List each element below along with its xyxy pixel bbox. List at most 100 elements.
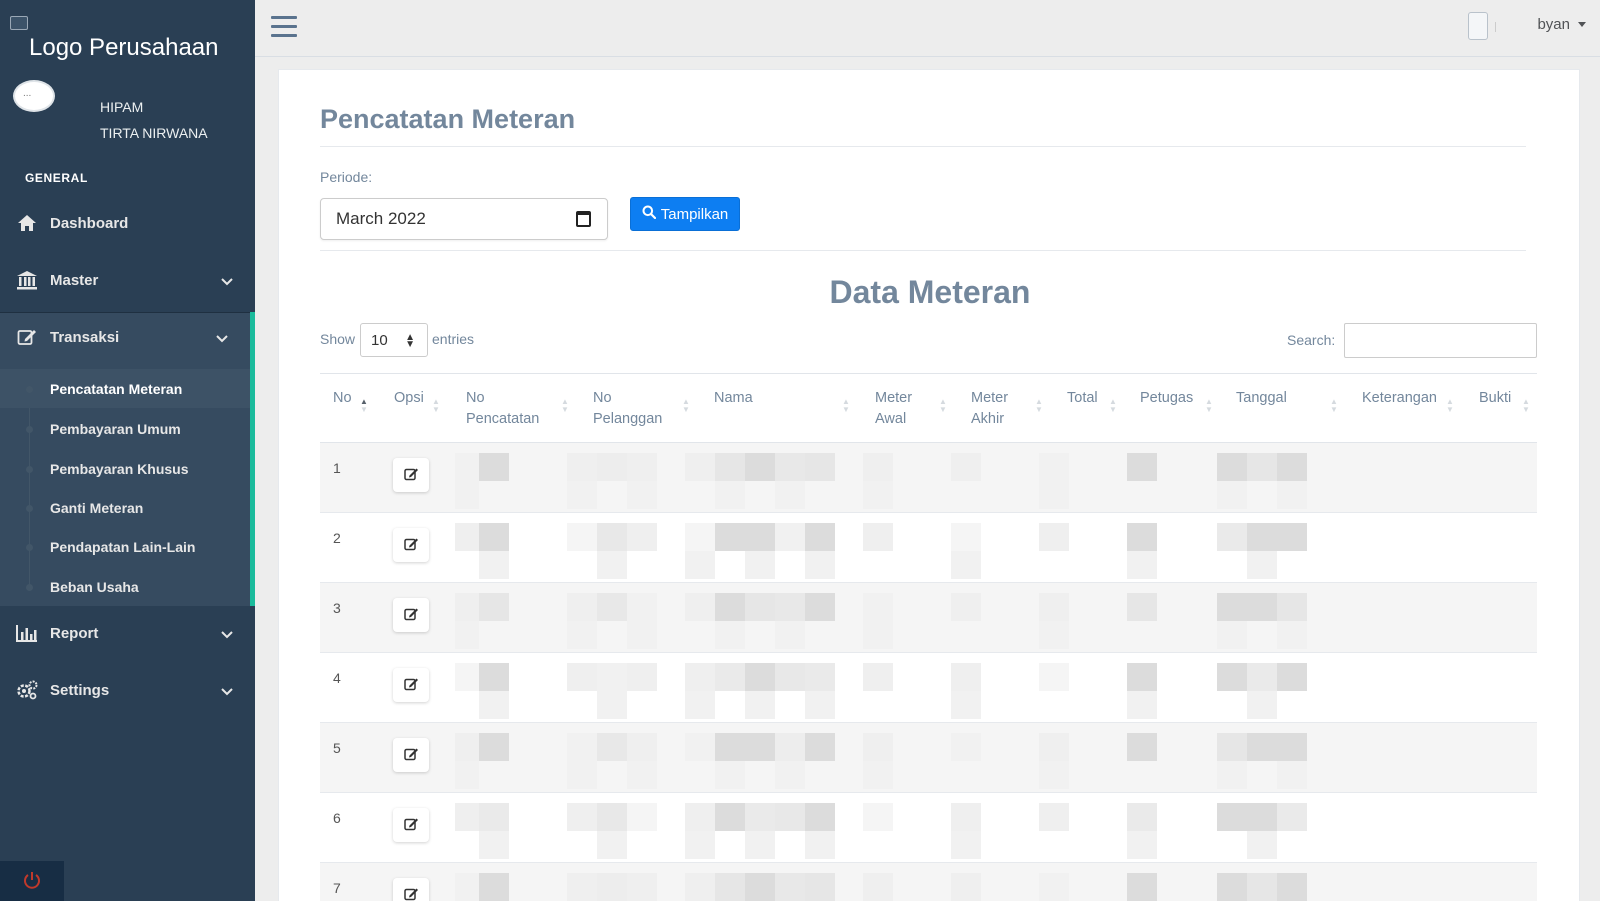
column-header-nama[interactable]: Nama (714, 388, 753, 409)
column-header-total[interactable]: Total (1067, 388, 1098, 409)
redacted-cell (1039, 481, 1069, 509)
submenu-beban-usaha[interactable]: Beban Usaha (0, 567, 250, 606)
table-header: No ▲ ▼ Opsi ▲ ▼ No Pencatatan ▲ ▼ No Pelangga… (320, 373, 1537, 443)
redacted-row-data (455, 793, 1321, 862)
tampilkan-button[interactable]: Tampilkan (630, 197, 740, 231)
redacted-cell (715, 593, 745, 621)
header-text: Opsi (394, 390, 424, 406)
search-input[interactable] (1344, 323, 1537, 358)
periode-value: March 2022 (336, 209, 426, 228)
gears-icon (16, 679, 38, 701)
edit-row-button[interactable] (393, 458, 429, 492)
redacted-cell (745, 453, 775, 481)
redacted-cell (1039, 761, 1069, 789)
nav-report[interactable]: Report (0, 608, 255, 658)
redacted-cell (951, 453, 981, 481)
submenu-label: Pembayaran Khusus (50, 460, 189, 477)
submenu-pendapatan-lain[interactable]: Pendapatan Lain-Lain (0, 527, 250, 566)
submenu-label: Beban Usaha (50, 578, 139, 595)
nav-master[interactable]: Master (0, 255, 255, 305)
bar-chart-icon (16, 622, 38, 644)
redacted-cell (715, 761, 745, 789)
redacted-cell (627, 523, 657, 551)
sort-icon: ▲ ▼ (842, 397, 850, 414)
sidebar: Logo Perusahaan ... HIPAM TIRTA NIRWANA … (0, 0, 255, 901)
redacted-cell (745, 691, 775, 719)
column-header-bukti[interactable]: Bukti (1479, 388, 1511, 409)
column-header-meter-akhir[interactable]: Meter Akhir (971, 388, 1008, 430)
edit-row-button[interactable] (393, 878, 429, 901)
redacted-cell (775, 803, 805, 831)
redacted-cell (775, 481, 805, 509)
column-header-no-pencatatan[interactable]: No Pencatatan (466, 388, 539, 430)
table-row: 5 (320, 723, 1537, 793)
calendar-icon[interactable] (576, 211, 591, 227)
redacted-cell (1127, 453, 1157, 481)
edit-row-button[interactable] (393, 668, 429, 702)
row-number: 7 (333, 880, 341, 896)
redacted-cell (479, 453, 509, 481)
redacted-cell (951, 803, 981, 831)
redacted-cell (1247, 453, 1277, 481)
column-header-no[interactable]: No (333, 388, 352, 409)
column-header-keterangan[interactable]: Keterangan (1362, 388, 1437, 409)
nav-report-label: Report (50, 624, 99, 642)
row-number: 1 (333, 460, 341, 476)
edit-row-button[interactable] (393, 598, 429, 632)
sort-icon: ▲ ▼ (939, 397, 947, 414)
periode-month-input[interactable]: March 2022 (320, 198, 608, 240)
redacted-row-data (455, 583, 1321, 652)
column-header-no-pelanggan[interactable]: No Pelanggan (593, 388, 662, 430)
submenu-ganti-meteran[interactable]: Ganti Meteran (0, 488, 250, 527)
user-avatar[interactable] (1468, 12, 1488, 40)
column-header-tanggal[interactable]: Tanggal (1236, 388, 1287, 409)
logout-button[interactable] (0, 861, 64, 901)
submenu-pencatatan-meteran[interactable]: Pencatatan Meteran (0, 369, 250, 408)
entries-select[interactable]: 10 ▲ ▼ (360, 323, 428, 357)
redacted-cell (479, 551, 509, 579)
header-text: No (593, 390, 612, 406)
column-header-opsi[interactable]: Opsi (394, 388, 424, 409)
column-header-meter-awal[interactable]: Meter Awal (875, 388, 912, 430)
nav-transaksi[interactable]: Transaksi (0, 312, 255, 362)
redacted-cell (479, 803, 509, 831)
redacted-cell (567, 663, 597, 691)
user-menu[interactable]: byan (1537, 16, 1570, 33)
redacted-cell (805, 663, 835, 691)
chevron-down-icon (221, 273, 233, 290)
row-number: 4 (333, 670, 341, 686)
redacted-cell (1277, 453, 1307, 481)
edit-row-button[interactable] (393, 738, 429, 772)
nav-transaksi-label: Transaksi (50, 328, 120, 346)
submenu-pembayaran-khusus[interactable]: Pembayaran Khusus (0, 449, 250, 488)
redacted-cell (1127, 663, 1157, 691)
submenu-pembayaran-umum[interactable]: Pembayaran Umum (0, 409, 250, 448)
company-logo[interactable]: Logo Perusahaan (10, 14, 250, 64)
nav-dashboard[interactable]: Dashboard (0, 198, 255, 248)
redacted-cell (597, 663, 627, 691)
edit-row-button[interactable] (393, 528, 429, 562)
divider (320, 250, 1526, 251)
edit-icon (403, 747, 419, 764)
org-line-1: HIPAM (100, 99, 144, 115)
menu-section-title: GENERAL (25, 171, 88, 185)
column-header-petugas[interactable]: Petugas (1140, 388, 1193, 409)
redacted-cell (1277, 873, 1307, 901)
redacted-cell (1039, 733, 1069, 761)
sort-icon: ▲ ▼ (432, 397, 440, 414)
submenu-label: Pendapatan Lain-Lain (50, 538, 196, 555)
nav-settings[interactable]: Settings (0, 665, 255, 715)
sort-asc-icon: ▲ ▼ (360, 397, 368, 414)
edit-row-button[interactable] (393, 808, 429, 842)
redacted-cell (805, 691, 835, 719)
redacted-cell (951, 733, 981, 761)
redacted-cell (775, 761, 805, 789)
submenu-label: Pencatatan Meteran (50, 380, 183, 397)
broken-image-icon (10, 16, 28, 30)
menu-toggle-icon[interactable] (271, 16, 297, 38)
edit-icon (403, 467, 419, 484)
caret-down-icon[interactable] (1578, 22, 1586, 27)
redacted-row-data (455, 863, 1321, 901)
redacted-cell (863, 621, 893, 649)
bullet-icon (26, 466, 33, 473)
